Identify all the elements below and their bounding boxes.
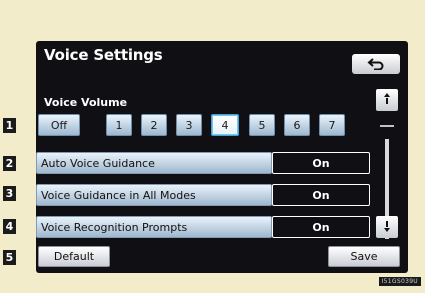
- scroll-down-icon: [383, 218, 391, 237]
- scroll-down-button[interactable]: [376, 216, 398, 238]
- callout-3: 3: [3, 186, 16, 201]
- volume-1-button[interactable]: 1: [106, 114, 132, 136]
- volume-4-button[interactable]: 4: [211, 114, 239, 136]
- voice-recognition-prompts-row: Voice Recognition Prompts On: [36, 216, 370, 238]
- auto-voice-guidance-value[interactable]: On: [272, 152, 370, 174]
- back-button[interactable]: [352, 54, 400, 74]
- voice-volume-label: Voice Volume: [44, 96, 128, 109]
- image-code: I51GS039U: [378, 277, 421, 286]
- voice-guidance-all-modes-row: Voice Guidance in All Modes On: [36, 184, 370, 206]
- volume-5-button[interactable]: 5: [249, 114, 275, 136]
- callout-5: 5: [3, 250, 16, 265]
- callout-2: 2: [3, 156, 16, 171]
- voice-settings-screen: Voice Settings Voice Volume Off 1 2 3 4 …: [36, 41, 408, 273]
- page-title: Voice Settings: [44, 46, 163, 64]
- callout-1: 1: [3, 118, 16, 133]
- volume-off-button[interactable]: Off: [38, 114, 80, 136]
- auto-voice-guidance-row: Auto Voice Guidance On: [36, 152, 370, 174]
- scroll-up-button[interactable]: [376, 89, 398, 111]
- auto-voice-guidance-button[interactable]: Auto Voice Guidance: [36, 152, 272, 174]
- voice-guidance-all-modes-value[interactable]: On: [272, 184, 370, 206]
- volume-6-button[interactable]: 6: [284, 114, 310, 136]
- voice-recognition-prompts-button[interactable]: Voice Recognition Prompts: [36, 216, 272, 238]
- back-arrow-icon: [367, 58, 385, 70]
- scroll-thumb[interactable]: [380, 125, 394, 127]
- voice-recognition-prompts-value[interactable]: On: [272, 216, 370, 238]
- voice-guidance-all-modes-button[interactable]: Voice Guidance in All Modes: [36, 184, 272, 206]
- volume-3-button[interactable]: 3: [176, 114, 202, 136]
- save-button[interactable]: Save: [328, 246, 400, 267]
- volume-2-button[interactable]: 2: [141, 114, 167, 136]
- default-button[interactable]: Default: [38, 246, 110, 267]
- callout-4: 4: [3, 219, 16, 234]
- volume-7-button[interactable]: 7: [319, 114, 345, 136]
- scroll-up-icon: [383, 91, 391, 110]
